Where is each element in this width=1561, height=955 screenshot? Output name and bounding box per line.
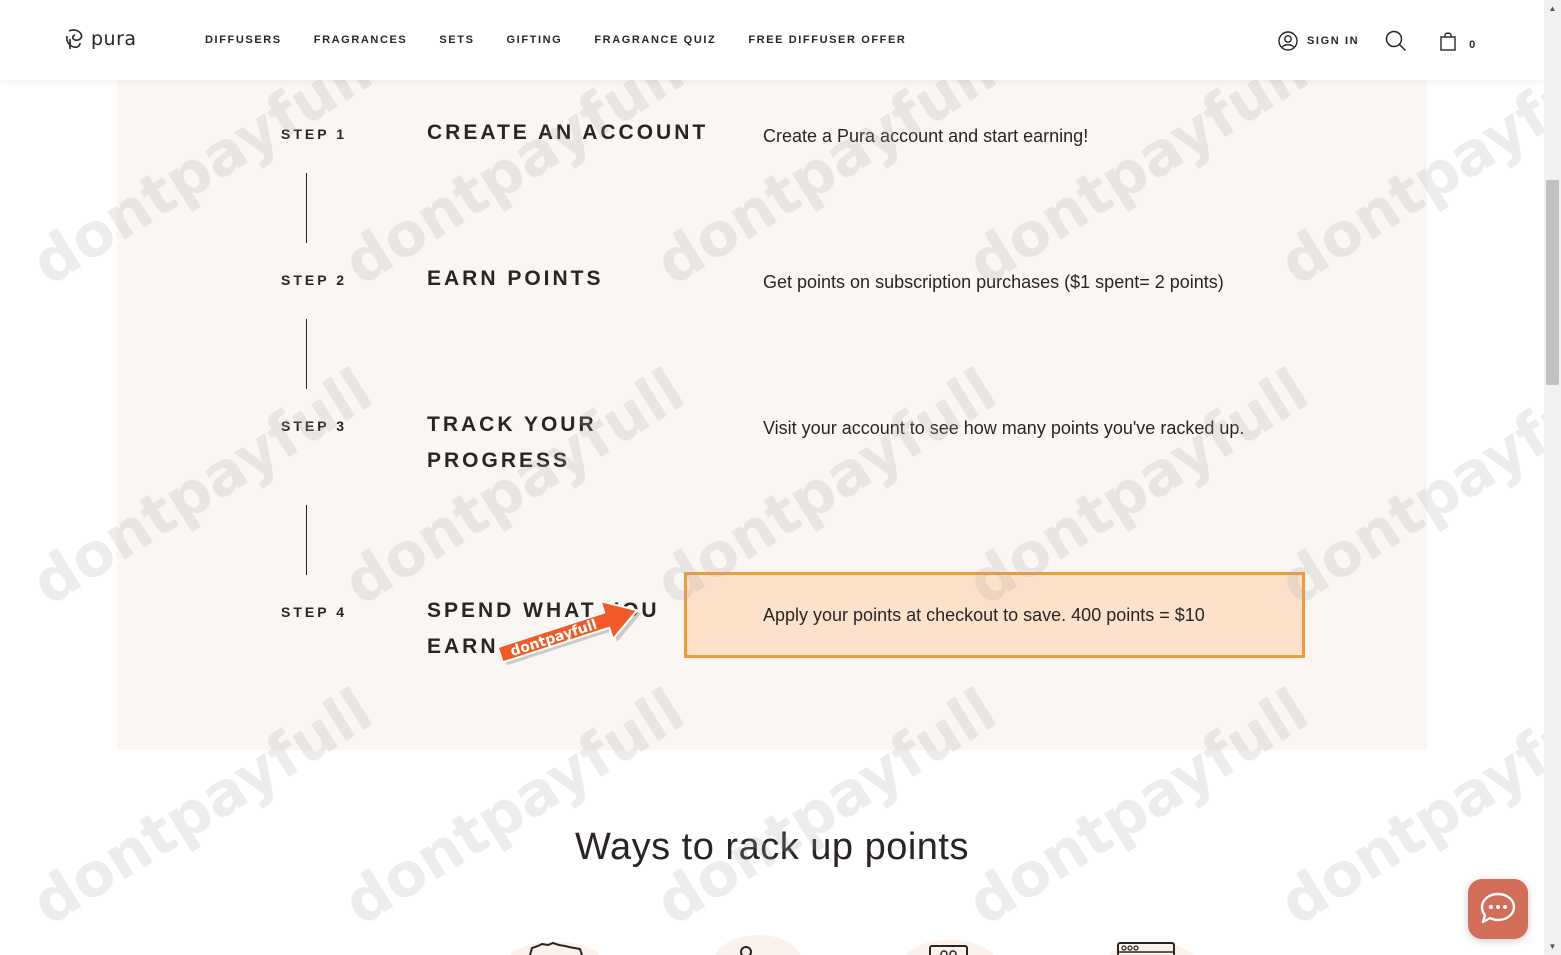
promo-arrow-sticker: dontpayfull xyxy=(490,592,650,673)
chat-bubble-icon xyxy=(1480,892,1516,924)
hand-icon xyxy=(510,941,600,955)
sign-in-link[interactable]: SIGN IN xyxy=(1278,31,1359,51)
site-header: pura DIFFUSERS FRAGRANCES SETS GIFTING F… xyxy=(0,0,1544,80)
step-4-description: Apply your points at checkout to save. 4… xyxy=(763,605,1205,625)
step-2-label: STEP 2 xyxy=(281,272,347,288)
step-2-description: Get points on subscription purchases ($1… xyxy=(763,272,1224,292)
step-3-title: TRACK YOUR PROGRESS xyxy=(427,413,597,472)
nav-gifting[interactable]: GIFTING xyxy=(507,34,563,46)
main-nav: DIFFUSERS FRAGRANCES SETS GIFTING FRAGRA… xyxy=(205,34,938,46)
nav-fragrance-quiz[interactable]: FRAGRANCE QUIZ xyxy=(594,34,716,46)
vertical-scrollbar[interactable]: ▲ ▼ xyxy=(1544,0,1561,955)
gift-card-icon xyxy=(906,940,994,955)
nav-sets[interactable]: SETS xyxy=(439,34,474,46)
pura-logo[interactable]: pura xyxy=(63,27,137,51)
step-connector-line xyxy=(306,505,307,575)
scroll-down-arrow[interactable]: ▼ xyxy=(1544,938,1561,955)
step-connector-line xyxy=(306,173,307,243)
step-1-title: CREATE AN ACCOUNT xyxy=(427,121,709,144)
nav-free-diffuser-offer[interactable]: FREE DIFFUSER OFFER xyxy=(748,34,906,46)
step-1-label: STEP 1 xyxy=(281,126,347,142)
scroll-up-arrow[interactable]: ▲ xyxy=(1544,0,1561,17)
step-2-title: EARN POINTS xyxy=(427,267,604,290)
scrollbar-thumb[interactable] xyxy=(1546,180,1559,385)
chat-button[interactable] xyxy=(1468,879,1528,939)
step-4-highlight-box: Apply your points at checkout to save. 4… xyxy=(684,572,1305,658)
user-icon xyxy=(1278,31,1298,51)
cart-count: 0 xyxy=(1469,39,1476,51)
search-icon[interactable] xyxy=(1385,30,1407,52)
ways-icons-row xyxy=(0,930,1544,955)
nav-diffusers[interactable]: DIFFUSERS xyxy=(205,34,282,46)
step-3-description: Visit your account to see how many point… xyxy=(763,418,1245,438)
cart-button[interactable]: 0 xyxy=(1439,31,1475,51)
header-actions: SIGN IN 0 xyxy=(1278,30,1475,52)
sign-in-label: SIGN IN xyxy=(1307,35,1360,47)
nav-fragrances[interactable]: FRAGRANCES xyxy=(314,34,408,46)
step-4-label: STEP 4 xyxy=(281,604,347,620)
pura-logo-icon xyxy=(66,29,83,49)
logo-text: pura xyxy=(91,28,137,50)
step-1-description: Create a Pura account and start earning! xyxy=(763,126,1089,146)
shopping-bag-icon xyxy=(1440,32,1456,51)
step-3-label: STEP 3 xyxy=(281,418,347,434)
section-title: Ways to rack up points xyxy=(575,826,969,868)
pen-icon xyxy=(715,935,801,955)
browser-window-icon xyxy=(1109,942,1193,955)
step-connector-line xyxy=(306,319,307,389)
